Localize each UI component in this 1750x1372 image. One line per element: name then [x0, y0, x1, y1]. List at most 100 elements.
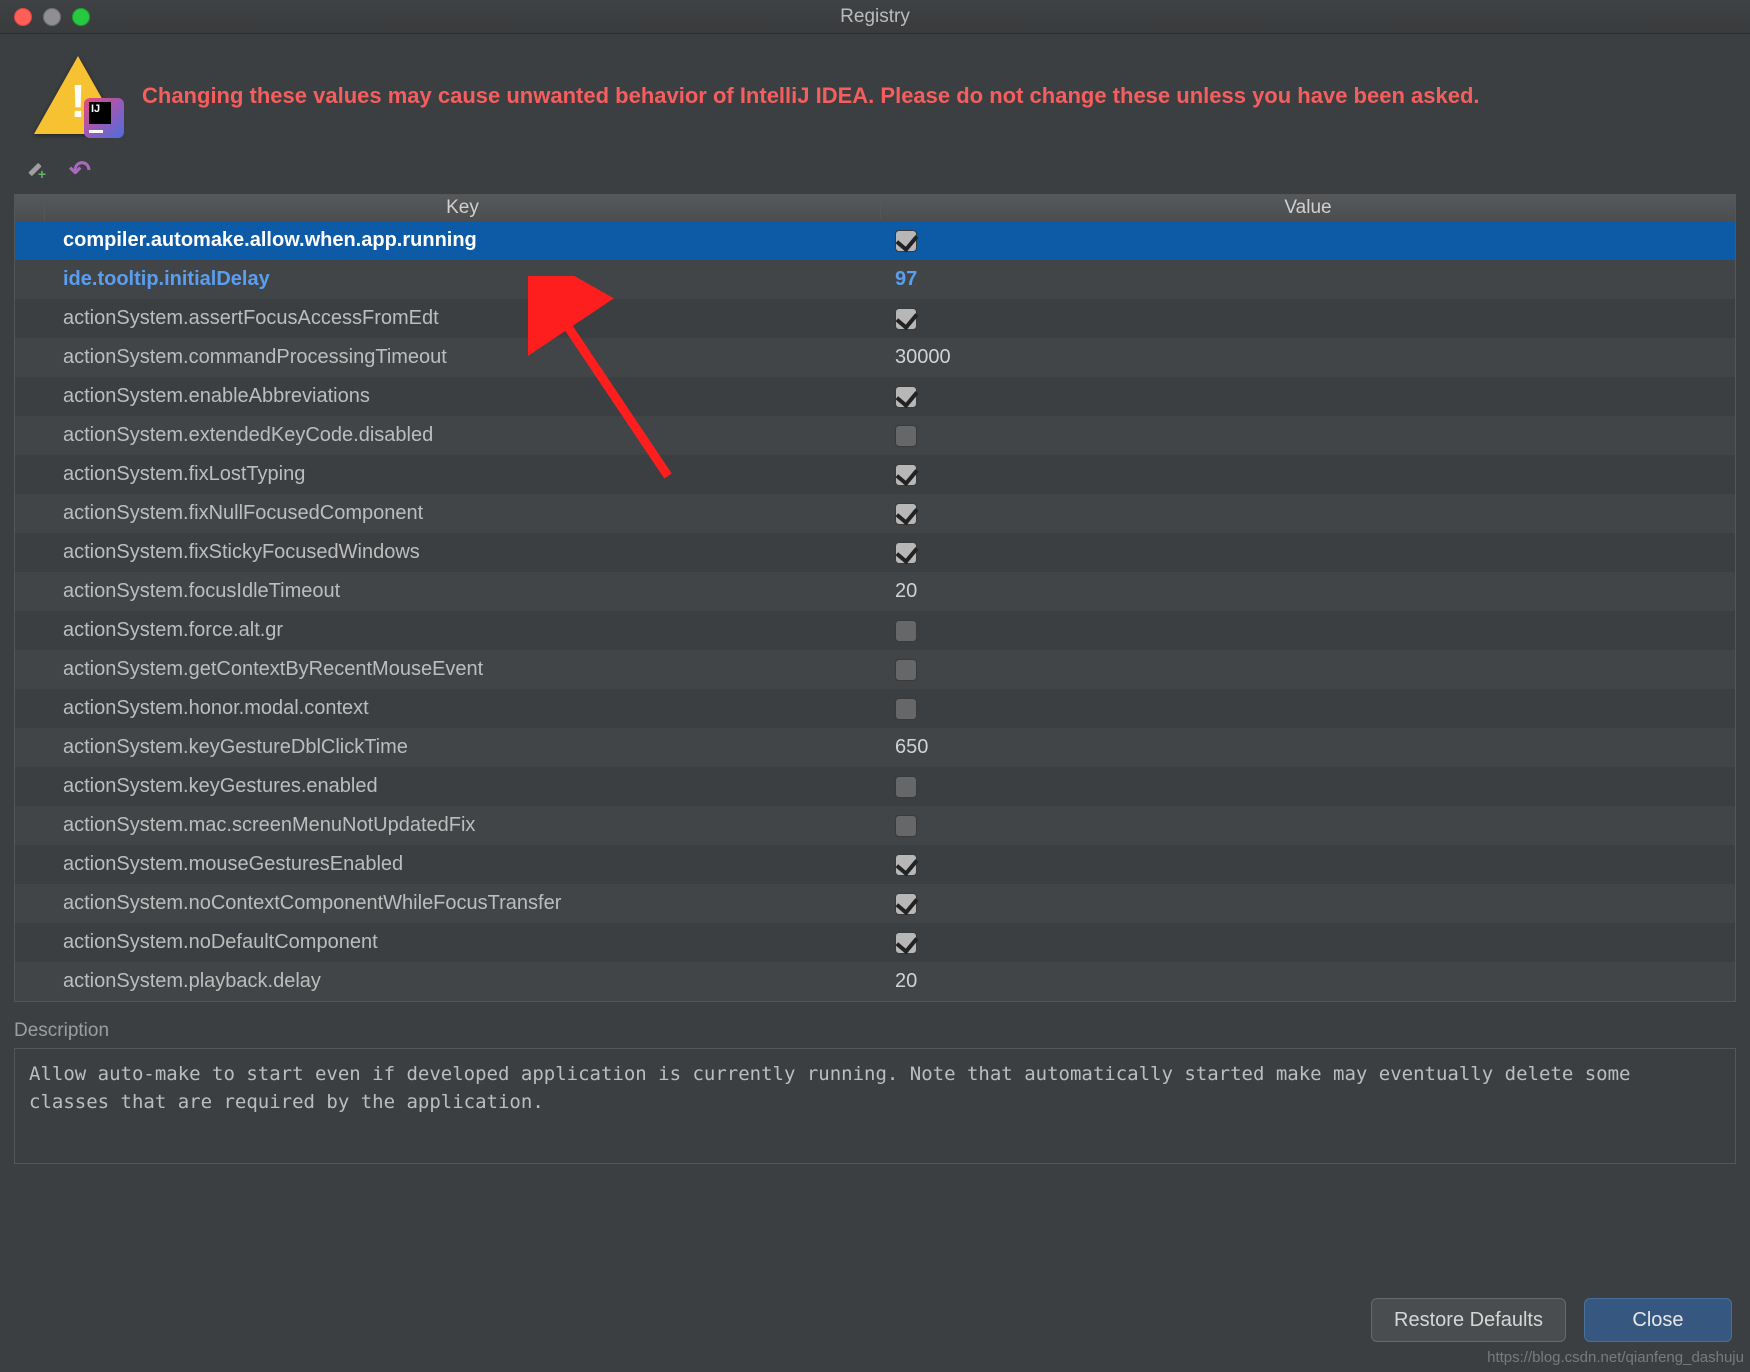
window-controls [0, 8, 90, 26]
column-header-key[interactable]: Key [45, 197, 881, 219]
table-row[interactable]: actionSystem.fixStickyFocusedWindows [15, 533, 1735, 572]
registry-value[interactable] [881, 464, 1735, 486]
table-row[interactable]: actionSystem.noContextComponentWhileFocu… [15, 884, 1735, 923]
registry-key: actionSystem.enableAbbreviations [45, 385, 881, 408]
description-text: Allow auto-make to start even if develop… [14, 1048, 1736, 1164]
registry-key: actionSystem.fixStickyFocusedWindows [45, 541, 881, 564]
checkbox[interactable] [895, 854, 917, 876]
registry-key: compiler.automake.allow.when.app.running [45, 229, 881, 252]
registry-value[interactable]: 20 [881, 580, 1735, 603]
registry-value[interactable] [881, 503, 1735, 525]
registry-value[interactable] [881, 308, 1735, 330]
checkbox[interactable] [895, 698, 917, 720]
revert-button[interactable]: ↶ [66, 156, 94, 184]
restore-defaults-button[interactable]: Restore Defaults [1371, 1298, 1566, 1342]
table-row[interactable]: actionSystem.enableAbbreviations [15, 377, 1735, 416]
registry-value[interactable] [881, 893, 1735, 915]
checkbox[interactable] [895, 464, 917, 486]
edit-icon: + [23, 159, 45, 181]
checkbox[interactable] [895, 620, 917, 642]
checkbox[interactable] [895, 542, 917, 564]
undo-icon: ↶ [69, 155, 91, 186]
checkbox[interactable] [895, 503, 917, 525]
checkbox[interactable] [895, 425, 917, 447]
warning-text: Changing these values may cause unwanted… [142, 81, 1480, 111]
registry-key: actionSystem.extendedKeyCode.disabled [45, 424, 881, 447]
registry-value[interactable] [881, 776, 1735, 798]
table-row[interactable]: actionSystem.fixNullFocusedComponent [15, 494, 1735, 533]
registry-key: actionSystem.noDefaultComponent [45, 931, 881, 954]
registry-value[interactable]: 20 [881, 970, 1735, 993]
table-row[interactable]: actionSystem.extendedKeyCode.disabled [15, 416, 1735, 455]
registry-value[interactable] [881, 815, 1735, 837]
table-row[interactable]: actionSystem.honor.modal.context [15, 689, 1735, 728]
registry-value[interactable]: 30000 [881, 346, 1735, 369]
registry-key: actionSystem.mac.screenMenuNotUpdatedFix [45, 814, 881, 837]
registry-value[interactable] [881, 425, 1735, 447]
registry-key: actionSystem.mouseGesturesEnabled [45, 853, 881, 876]
registry-value[interactable] [881, 386, 1735, 408]
checkbox[interactable] [895, 893, 917, 915]
registry-value[interactable] [881, 698, 1735, 720]
minimize-window-icon[interactable] [43, 8, 61, 26]
titlebar: Registry [0, 0, 1750, 34]
checkbox[interactable] [895, 308, 917, 330]
table-row[interactable]: actionSystem.noDefaultComponent [15, 923, 1735, 962]
registry-key: actionSystem.keyGestureDblClickTime [45, 736, 881, 759]
checkbox[interactable] [895, 932, 917, 954]
registry-value[interactable] [881, 230, 1735, 252]
registry-key: actionSystem.fixLostTyping [45, 463, 881, 486]
registry-key: actionSystem.focusIdleTimeout [45, 580, 881, 603]
table-row[interactable]: actionSystem.getContextByRecentMouseEven… [15, 650, 1735, 689]
table-row[interactable]: actionSystem.force.alt.gr [15, 611, 1735, 650]
registry-value[interactable] [881, 854, 1735, 876]
window-title: Registry [0, 6, 1750, 28]
warning-banner: ! IJ Changing these values may cause unw… [0, 34, 1750, 148]
warning-icon: ! IJ [34, 56, 122, 136]
table-header: Key Value [15, 195, 1735, 221]
registry-key: actionSystem.keyGestures.enabled [45, 775, 881, 798]
watermark: https://blog.csdn.net/qianfeng_dashuju [1487, 1349, 1744, 1366]
table-row[interactable]: actionSystem.commandProcessingTimeout300… [15, 338, 1735, 377]
table-row[interactable]: actionSystem.keyGestures.enabled [15, 767, 1735, 806]
registry-key: actionSystem.assertFocusAccessFromEdt [45, 307, 881, 330]
registry-value[interactable]: 650 [881, 736, 1735, 759]
column-header-value[interactable]: Value [881, 197, 1735, 219]
registry-value[interactable] [881, 620, 1735, 642]
zoom-window-icon[interactable] [72, 8, 90, 26]
registry-value[interactable] [881, 542, 1735, 564]
close-button[interactable]: Close [1584, 1298, 1732, 1342]
checkbox[interactable] [895, 659, 917, 681]
registry-value[interactable] [881, 659, 1735, 681]
dialog-footer: Restore Defaults Close [1371, 1298, 1732, 1342]
registry-value[interactable]: 97 [881, 268, 1735, 291]
table-row[interactable]: actionSystem.focusIdleTimeout20 [15, 572, 1735, 611]
registry-key: actionSystem.noContextComponentWhileFocu… [45, 892, 881, 915]
table-row[interactable]: actionSystem.keyGestureDblClickTime650 [15, 728, 1735, 767]
registry-key: actionSystem.honor.modal.context [45, 697, 881, 720]
registry-table: Key Value compiler.automake.allow.when.a… [14, 194, 1736, 1002]
edit-button[interactable]: + [20, 156, 48, 184]
registry-key: actionSystem.fixNullFocusedComponent [45, 502, 881, 525]
table-row[interactable]: actionSystem.mouseGesturesEnabled [15, 845, 1735, 884]
registry-key: actionSystem.commandProcessingTimeout [45, 346, 881, 369]
description-section: Description Allow auto-make to start eve… [14, 1020, 1736, 1164]
checkbox[interactable] [895, 230, 917, 252]
checkbox[interactable] [895, 815, 917, 837]
registry-value[interactable] [881, 932, 1735, 954]
registry-key: actionSystem.getContextByRecentMouseEven… [45, 658, 881, 681]
registry-key: ide.tooltip.initialDelay [45, 268, 881, 291]
table-row[interactable]: actionSystem.assertFocusAccessFromEdt [15, 299, 1735, 338]
table-row[interactable]: actionSystem.playback.delay20 [15, 962, 1735, 1001]
table-row[interactable]: actionSystem.fixLostTyping [15, 455, 1735, 494]
description-label: Description [14, 1020, 1736, 1042]
registry-key: actionSystem.playback.delay [45, 970, 881, 993]
checkbox[interactable] [895, 776, 917, 798]
table-row[interactable]: actionSystem.mac.screenMenuNotUpdatedFix [15, 806, 1735, 845]
close-window-icon[interactable] [14, 8, 32, 26]
registry-key: actionSystem.force.alt.gr [45, 619, 881, 642]
table-row[interactable]: ide.tooltip.initialDelay97 [15, 260, 1735, 299]
table-row[interactable]: compiler.automake.allow.when.app.running [15, 221, 1735, 260]
intellij-badge-icon: IJ [84, 98, 124, 138]
checkbox[interactable] [895, 386, 917, 408]
